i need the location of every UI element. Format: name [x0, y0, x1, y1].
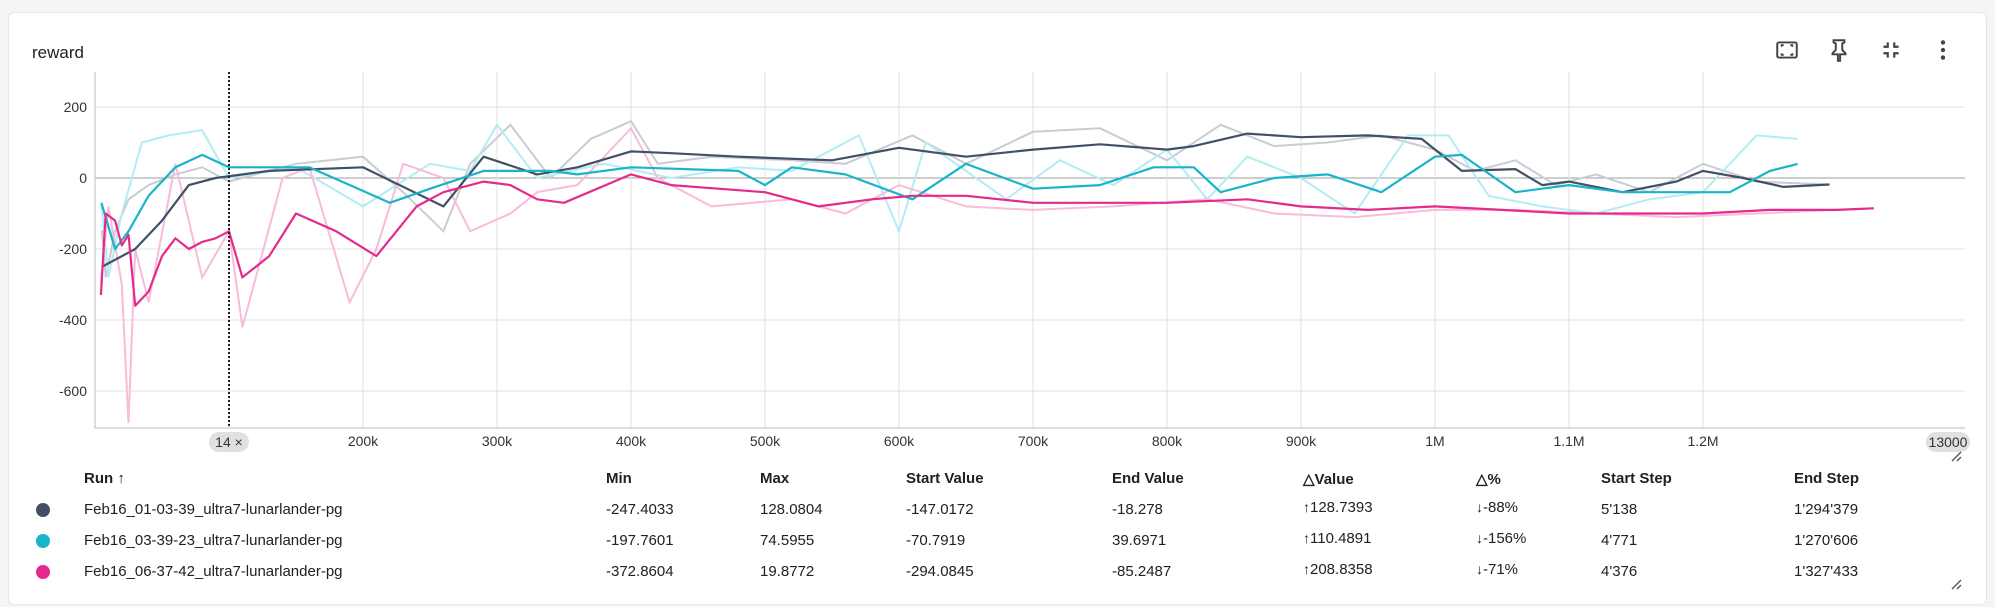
run-name: Feb16_06-37-42_ultra7-lunarlander-pg [84, 563, 343, 580]
x-tick-label: 1.1M [1553, 433, 1584, 449]
start-value: -147.0172 [906, 501, 974, 518]
col-end-value-header[interactable]: End Value [1112, 470, 1184, 487]
delta-value-text: 208.8358 [1310, 561, 1373, 578]
y-tick-label: -400 [59, 312, 87, 328]
start-step: 5'138 [1601, 501, 1638, 518]
run-color-dot [36, 565, 50, 579]
x-tick-label: 1M [1425, 433, 1444, 449]
end-step: 1'270'606 [1794, 532, 1859, 549]
x-tick-label: 700k [1018, 433, 1049, 449]
delta-pct-text: -156% [1483, 530, 1527, 547]
col-start-value-header[interactable]: Start Value [906, 470, 984, 487]
axes: 2000-200-400-600100k200k300k400k500k600k… [59, 72, 1970, 452]
x-tick-label: 500k [750, 433, 781, 449]
start-value: -70.7919 [906, 532, 966, 549]
min-value: -247.4033 [606, 501, 674, 518]
arrow-down-icon: ↓ [1476, 561, 1483, 577]
col-end-step-header[interactable]: End Step [1794, 470, 1859, 487]
raw-series-layer [99, 119, 1874, 423]
run-color-dot [36, 534, 50, 548]
y-tick-label: 200 [64, 99, 88, 115]
start-value: -294.0845 [906, 563, 974, 580]
col-delta-value-header[interactable]: △Value [1303, 470, 1354, 488]
min-value: -197.7601 [606, 532, 674, 549]
max-value: 74.5955 [760, 532, 815, 549]
raw-series-line-1 [100, 119, 1830, 278]
arrow-up-icon: ↑ [1303, 499, 1310, 515]
x-tick-label: 400k [616, 433, 647, 449]
end-step: 1'294'379 [1794, 501, 1859, 518]
series-line-3[interactable] [99, 173, 1874, 307]
y-tick-label: 0 [79, 170, 87, 186]
col-start-step-header[interactable]: Start Step [1601, 470, 1672, 487]
min-value: -372.8604 [606, 563, 674, 580]
line-chart[interactable]: 2000-200-400-600100k200k300k400k500k600k… [0, 0, 1995, 470]
col-run-header[interactable]: Run ↑ [84, 470, 125, 487]
col-delta-pct-header[interactable]: △% [1476, 470, 1501, 488]
delta-pct-text: -71% [1483, 561, 1519, 578]
x-tick-label: 1.2M [1687, 433, 1718, 449]
col-max-header[interactable]: Max [760, 470, 789, 487]
end-value: -85.2487 [1112, 563, 1172, 580]
arrow-up-icon: ↑ [1303, 530, 1310, 546]
delta-pct: ↓-156% [1476, 530, 1526, 547]
run-name: Feb16_03-39-23_ultra7-lunarlander-pg [84, 532, 343, 549]
y-tick-label: -200 [59, 241, 87, 257]
start-step: 4'771 [1601, 532, 1638, 549]
delta-pct: ↓-88% [1476, 499, 1518, 516]
x-tick-label: 600k [884, 433, 915, 449]
x-tick-label: 200k [348, 433, 379, 449]
delta-pct-text: -88% [1483, 499, 1519, 516]
arrow-up-icon: ↑ [1303, 561, 1310, 577]
y-tick-label: -600 [59, 383, 87, 399]
delta-value: ↑208.8358 [1303, 561, 1373, 578]
x-tick-label: 900k [1286, 433, 1317, 449]
delta-value: ↑128.7393 [1303, 499, 1373, 516]
x-range-end-label: 13000 [1929, 434, 1968, 450]
end-value: 39.6971 [1112, 532, 1167, 549]
chart-resize-handle-icon[interactable] [1950, 450, 1962, 462]
start-step: 4'376 [1601, 563, 1638, 580]
run-name: Feb16_01-03-39_ultra7-lunarlander-pg [84, 501, 343, 518]
max-value: 19.8772 [760, 563, 815, 580]
max-value: 128.0804 [760, 501, 823, 518]
delta-value-text: 128.7393 [1310, 499, 1373, 516]
table-resize-handle-icon[interactable] [1950, 578, 1962, 590]
x-tick-label: 300k [482, 433, 513, 449]
x-tick-label: 800k [1152, 433, 1183, 449]
cursor-badge-label: 14 × [215, 434, 243, 450]
arrow-down-icon: ↓ [1476, 499, 1483, 515]
arrow-down-icon: ↓ [1476, 530, 1483, 546]
end-step: 1'327'433 [1794, 563, 1859, 580]
run-color-dot [36, 503, 50, 517]
delta-pct: ↓-71% [1476, 561, 1518, 578]
end-value: -18.278 [1112, 501, 1163, 518]
col-min-header[interactable]: Min [606, 470, 632, 487]
delta-value-text: 110.4891 [1310, 530, 1372, 547]
delta-value: ↑110.4891 [1303, 530, 1371, 547]
